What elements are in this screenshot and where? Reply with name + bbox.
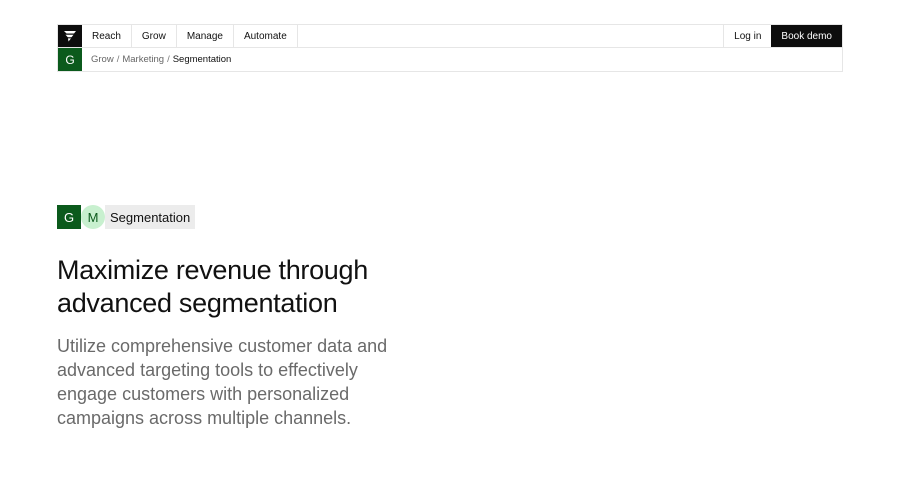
- tag-marketing-badge: M: [81, 205, 105, 229]
- tag-segmentation-label: Segmentation: [105, 205, 196, 229]
- hero-subtext: Utilize comprehensive customer data and …: [57, 336, 388, 428]
- top-navigation: Reach Grow Manage Automate Log in Book d…: [57, 24, 843, 72]
- breadcrumb-row: G Grow / Marketing / Segmentation: [58, 48, 842, 71]
- hero-tags: G M Segmentation: [57, 205, 196, 229]
- nav-link-grow[interactable]: Grow: [132, 25, 177, 47]
- tag-grow-badge: G: [57, 205, 81, 229]
- book-demo-button[interactable]: Book demo: [771, 25, 842, 47]
- breadcrumb-separator: /: [167, 54, 170, 65]
- breadcrumb-item-segmentation: Segmentation: [172, 54, 232, 65]
- brand-logo-icon: [64, 31, 76, 42]
- page: Reach Grow Manage Automate Log in Book d…: [0, 0, 900, 484]
- nav-link-reach[interactable]: Reach: [82, 25, 132, 47]
- nav-row: Reach Grow Manage Automate Log in Book d…: [58, 25, 842, 48]
- breadcrumb-item-grow[interactable]: Grow: [91, 54, 114, 65]
- nav-link-automate[interactable]: Automate: [234, 25, 298, 47]
- hero-headline: Maximize revenue through advanced segmen…: [57, 255, 368, 318]
- breadcrumb: Grow / Marketing / Segmentation: [82, 48, 231, 71]
- nav-link-manage[interactable]: Manage: [177, 25, 234, 47]
- breadcrumb-separator: /: [116, 54, 120, 65]
- brand-logo[interactable]: [58, 25, 82, 47]
- breadcrumb-item-marketing[interactable]: Marketing: [122, 54, 164, 65]
- login-link[interactable]: Log in: [723, 25, 771, 47]
- breadcrumb-badge: G: [58, 48, 82, 71]
